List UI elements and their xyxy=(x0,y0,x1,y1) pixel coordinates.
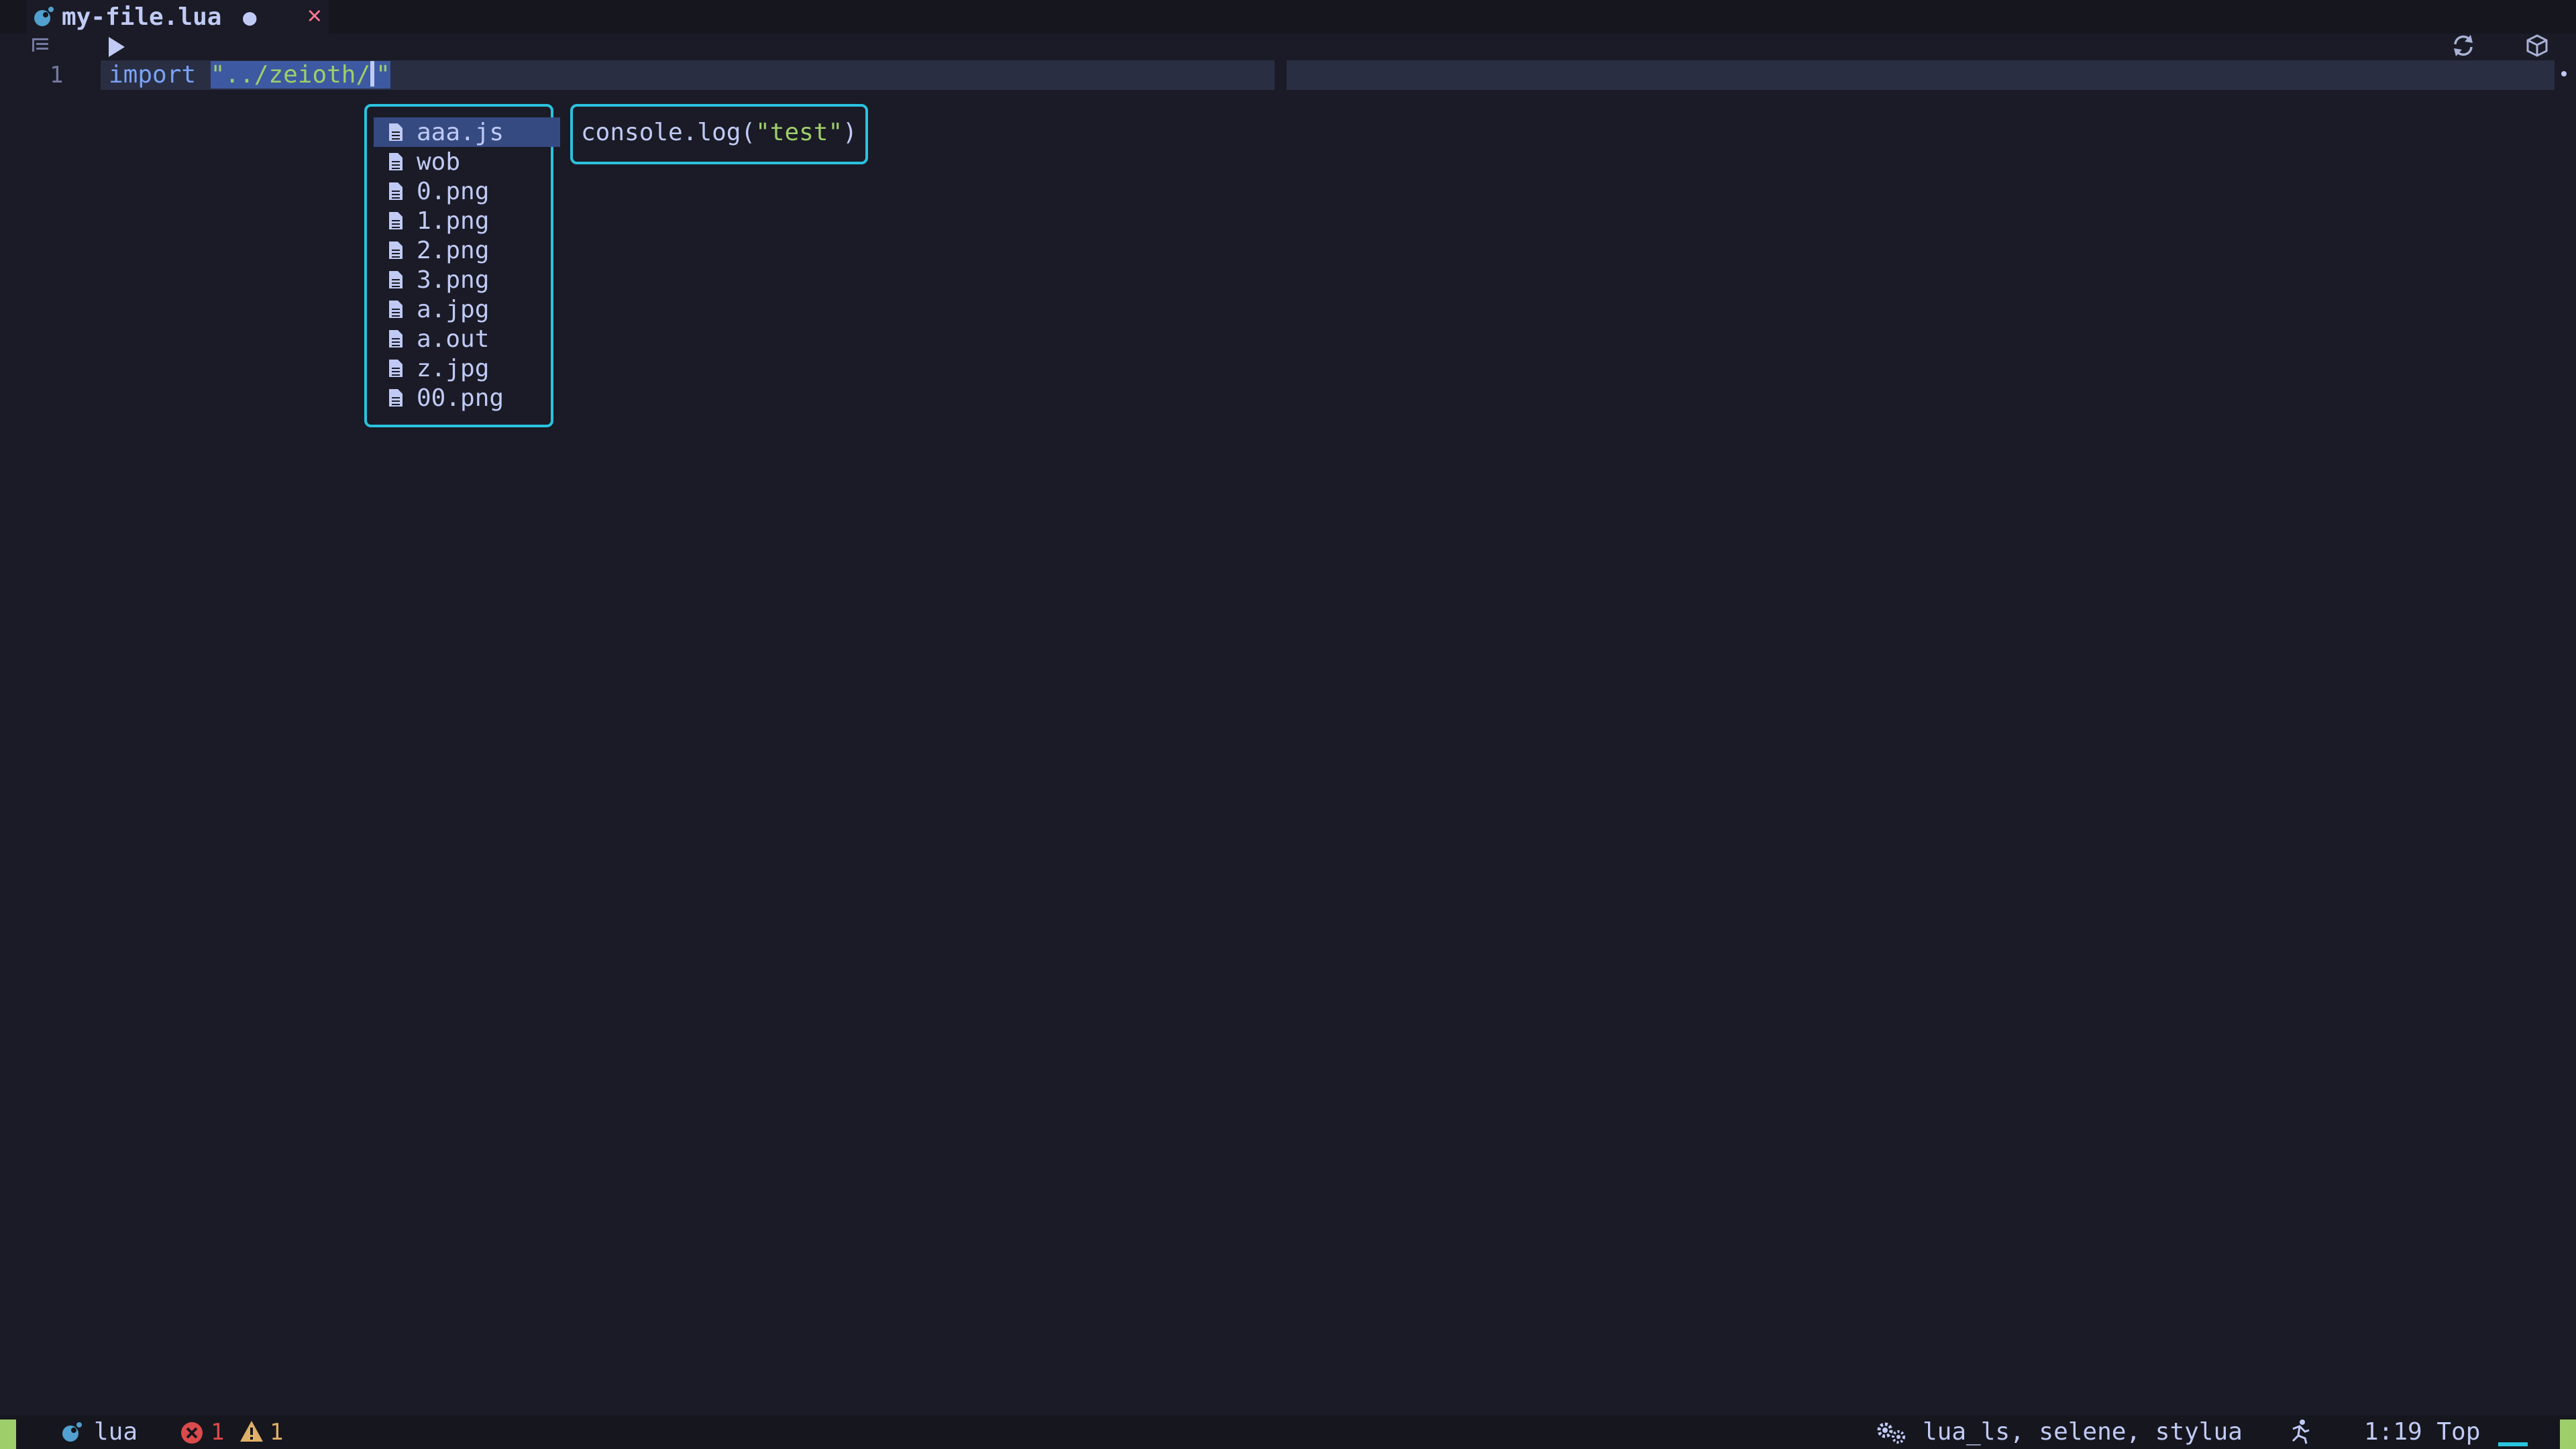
keyword-import: import xyxy=(109,61,197,89)
completion-item-label: z.jpg xyxy=(417,354,490,382)
completion-item-label: 2.png xyxy=(417,236,490,264)
completion-item-label: 3.png xyxy=(417,266,490,294)
completion-item[interactable]: 0.png xyxy=(374,176,549,206)
filetype-label: lua xyxy=(94,1418,138,1446)
tab-my-file-lua[interactable]: my-file.lua ● ✕ xyxy=(27,0,329,34)
doc-content: console.log("test") xyxy=(581,119,857,146)
refresh-icon[interactable] xyxy=(2450,32,2477,59)
gears-icon xyxy=(1877,1422,1905,1444)
play-icon[interactable] xyxy=(106,35,127,59)
completion-item[interactable]: aaa.js xyxy=(374,117,560,147)
close-tab-icon[interactable]: ✕ xyxy=(307,1,322,29)
completion-menu: aaa.js wob 0.png 1.png 2.png 3.png a.jpg… xyxy=(364,104,560,427)
tab-title: my-file.lua xyxy=(62,3,222,31)
completion-item[interactable]: 1.png xyxy=(374,206,549,235)
lua-icon xyxy=(34,7,54,26)
completion-item[interactable]: a.out xyxy=(374,324,549,354)
file-icon xyxy=(389,389,402,407)
completion-item[interactable]: 3.png xyxy=(374,265,549,294)
mode-indicator xyxy=(0,1419,16,1449)
lua-icon xyxy=(62,1422,82,1442)
file-icon xyxy=(389,153,402,170)
completion-item-label: 1.png xyxy=(417,207,490,235)
file-icon xyxy=(389,271,402,288)
error-icon[interactable] xyxy=(180,1421,204,1445)
package-icon[interactable] xyxy=(2525,34,2549,58)
completion-item[interactable]: wob xyxy=(374,147,549,176)
completion-item[interactable]: z.jpg xyxy=(374,354,549,383)
completion-item-label: a.out xyxy=(417,325,490,353)
file-icon xyxy=(389,182,402,200)
documentation-popup: console.log("test") xyxy=(570,104,868,164)
completion-item-label: wob xyxy=(417,148,461,176)
completion-item-label: 0.png xyxy=(417,177,490,205)
warning-count[interactable]: 1 xyxy=(270,1415,283,1449)
doc-suffix: ) xyxy=(843,119,857,146)
file-icon xyxy=(389,330,402,347)
file-icon xyxy=(389,301,402,318)
scroll-progress-bar xyxy=(2498,1442,2528,1446)
session-icon xyxy=(2292,1419,2310,1444)
string-before-cursor: "../zeioth/ xyxy=(210,61,371,89)
completion-item-label: 00.png xyxy=(417,384,504,412)
tab-bar: my-file.lua ● ✕ xyxy=(0,0,2576,34)
doc-string: "test" xyxy=(755,119,843,146)
lsp-clients: lua_ls, selene, stylua xyxy=(1923,1418,2243,1446)
mode-indicator-right xyxy=(2560,1419,2576,1449)
error-count[interactable]: 1 xyxy=(211,1415,224,1449)
completion-item-label: aaa.js xyxy=(417,118,504,146)
scroll-indicator xyxy=(2561,71,2567,76)
string-after-cursor: " xyxy=(376,61,390,89)
line-number: 1 xyxy=(50,62,64,89)
completion-item-label: a.jpg xyxy=(417,295,490,323)
file-icon xyxy=(389,360,402,377)
file-icon xyxy=(389,241,402,259)
cursor-position: 1:19 Top xyxy=(2364,1418,2481,1446)
completion-item[interactable]: 00.png xyxy=(374,383,549,413)
text-cursor xyxy=(370,61,375,87)
modified-indicator-icon: ● xyxy=(243,4,257,31)
code-line[interactable]: import "../zeioth/" xyxy=(109,59,390,91)
file-icon xyxy=(389,123,402,141)
file-icon xyxy=(389,212,402,229)
doc-prefix: console.log( xyxy=(581,119,756,146)
import-path-string: "../zeioth/" xyxy=(210,61,390,89)
warning-icon[interactable] xyxy=(239,1419,264,1444)
cursorline-split xyxy=(1287,60,2555,90)
completion-item[interactable]: 2.png xyxy=(374,235,549,265)
outline-icon[interactable] xyxy=(31,36,51,54)
completion-item[interactable]: a.jpg xyxy=(374,294,549,324)
